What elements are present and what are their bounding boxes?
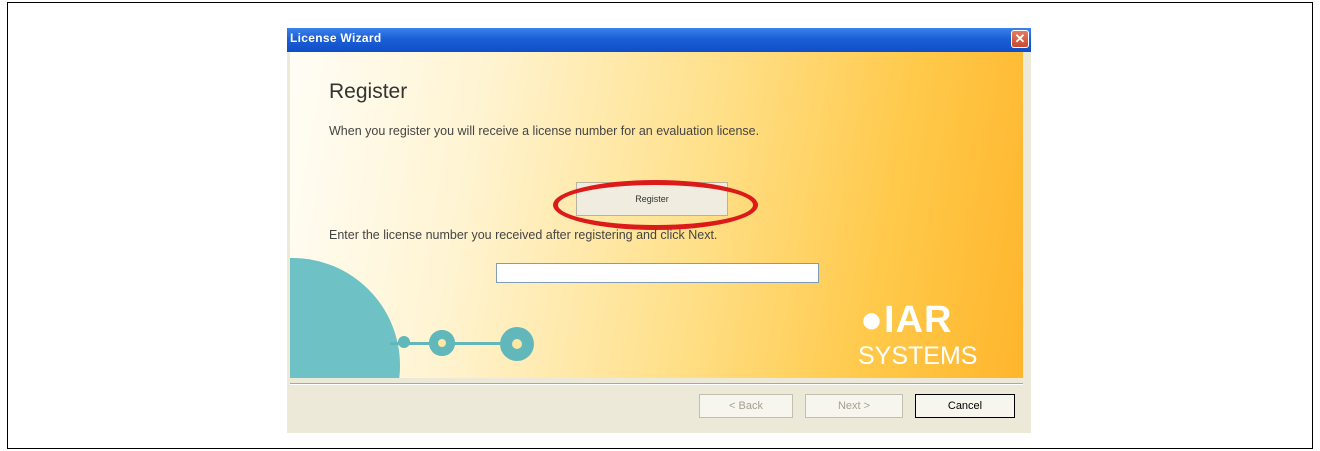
close-icon: ✕ — [1014, 31, 1026, 46]
decorative-ring-medium — [429, 330, 455, 356]
decorative-ring-large — [500, 327, 534, 361]
footer-separator — [290, 383, 1023, 385]
logo-globe-icon: ● — [860, 299, 884, 341]
license-number-input[interactable] — [496, 263, 819, 283]
decorative-circle — [290, 258, 400, 378]
logo-text-systems: SYSTEMS — [858, 342, 978, 370]
close-button[interactable]: ✕ — [1011, 30, 1029, 48]
window-title: License Wizard — [290, 31, 382, 45]
title-bar[interactable]: License Wizard ✕ — [287, 28, 1031, 52]
license-number-label: Enter the license number you received af… — [329, 228, 718, 242]
logo-text-iar: IAR — [883, 299, 953, 341]
register-description: When you register you will receive a lic… — [329, 124, 760, 138]
license-wizard-window: License Wizard ✕ Register When you regis… — [287, 28, 1031, 433]
page-title: Register — [329, 80, 408, 103]
back-button[interactable]: < Back — [699, 394, 793, 418]
register-button[interactable]: Register — [576, 182, 728, 216]
decorative-dot-small — [398, 336, 410, 348]
iar-logo: ●IAR — [860, 299, 952, 342]
wizard-content: Register When you register you will rece… — [290, 52, 1023, 378]
cancel-button[interactable]: Cancel — [915, 394, 1015, 418]
next-button[interactable]: Next > — [805, 394, 903, 418]
